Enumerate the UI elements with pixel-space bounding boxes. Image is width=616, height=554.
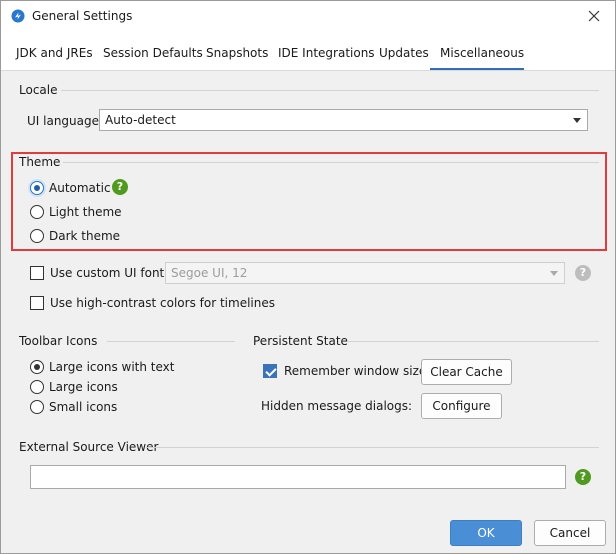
- large-icons-with-text-radio[interactable]: [30, 360, 44, 374]
- ui-language-dropdown[interactable]: Auto-detect: [99, 109, 588, 131]
- theme-dark-radio[interactable]: [30, 229, 44, 243]
- close-button[interactable]: [581, 5, 607, 29]
- ui-language-value: Auto-detect: [105, 113, 176, 127]
- theme-section-title: Theme: [19, 155, 61, 169]
- tab-updates[interactable]: Updates: [379, 46, 429, 60]
- custom-font-label: Use custom UI font:: [50, 266, 169, 280]
- clear-cache-button[interactable]: Clear Cache: [421, 359, 512, 385]
- custom-font-dropdown[interactable]: Segoe UI, 12: [165, 262, 565, 284]
- remember-window-sizes-label: Remember window sizes: [284, 364, 433, 378]
- title-bar: General Settings: [1, 1, 615, 33]
- remember-window-sizes-checkbox[interactable]: [263, 364, 277, 378]
- window-title: General Settings: [32, 9, 133, 23]
- ok-button[interactable]: OK: [450, 520, 522, 546]
- theme-separator: [63, 162, 599, 163]
- chevron-down-icon: [550, 271, 558, 276]
- large-icons-label: Large icons: [49, 380, 118, 394]
- theme-dark-label: Dark theme: [49, 229, 121, 243]
- external-source-viewer-separator: [147, 447, 599, 448]
- theme-help-icon[interactable]: ?: [112, 179, 128, 195]
- tab-ide-integrations[interactable]: IDE Integrations: [278, 46, 375, 60]
- theme-light-radio[interactable]: [30, 205, 44, 219]
- ui-language-label: UI language:: [27, 114, 104, 128]
- small-icons-radio[interactable]: [30, 400, 44, 414]
- general-settings-window: General Settings JDK and JREs Session De…: [0, 0, 616, 554]
- persistent-state-separator: [347, 341, 599, 342]
- external-source-viewer-input[interactable]: [30, 465, 566, 489]
- theme-automatic-radio[interactable]: [30, 181, 44, 195]
- selected-tab-indicator: [430, 68, 524, 70]
- small-icons-label: Small icons: [49, 400, 118, 414]
- tab-bar: JDK and JREs Session Defaults Snapshots …: [1, 33, 615, 71]
- cancel-button[interactable]: Cancel: [534, 520, 606, 546]
- toolbar-icons-section-title: Toolbar Icons: [19, 334, 98, 348]
- theme-light-label: Light theme: [49, 205, 122, 219]
- hidden-message-dialogs-label: Hidden message dialogs:: [261, 399, 413, 413]
- app-logo-icon: [11, 9, 25, 23]
- persistent-state-section-title: Persistent State: [253, 334, 348, 348]
- large-icons-radio[interactable]: [30, 380, 44, 394]
- chevron-down-icon: [573, 118, 581, 123]
- tab-session-defaults[interactable]: Session Defaults: [103, 46, 203, 60]
- close-icon: [588, 10, 600, 25]
- locale-section-title: Locale: [19, 83, 58, 97]
- theme-automatic-label: Automatic: [49, 181, 111, 195]
- tab-miscellaneous[interactable]: Miscellaneous: [440, 46, 524, 60]
- tab-snapshots[interactable]: Snapshots: [206, 46, 268, 60]
- font-help-icon[interactable]: ?: [575, 265, 591, 281]
- high-contrast-label: Use high-contrast colors for timelines: [50, 296, 275, 310]
- large-icons-with-text-label: Large icons with text: [49, 360, 175, 374]
- locale-separator: [61, 90, 599, 91]
- custom-font-checkbox[interactable]: [30, 266, 44, 280]
- toolbar-icons-separator: [107, 341, 235, 342]
- custom-font-value: Segoe UI, 12: [171, 266, 248, 280]
- configure-button[interactable]: Configure: [421, 393, 502, 419]
- external-source-viewer-section-title: External Source Viewer: [19, 440, 159, 454]
- external-viewer-help-icon[interactable]: ?: [575, 469, 591, 485]
- tab-jdk-and-jres[interactable]: JDK and JREs: [16, 46, 93, 60]
- high-contrast-checkbox[interactable]: [30, 296, 44, 310]
